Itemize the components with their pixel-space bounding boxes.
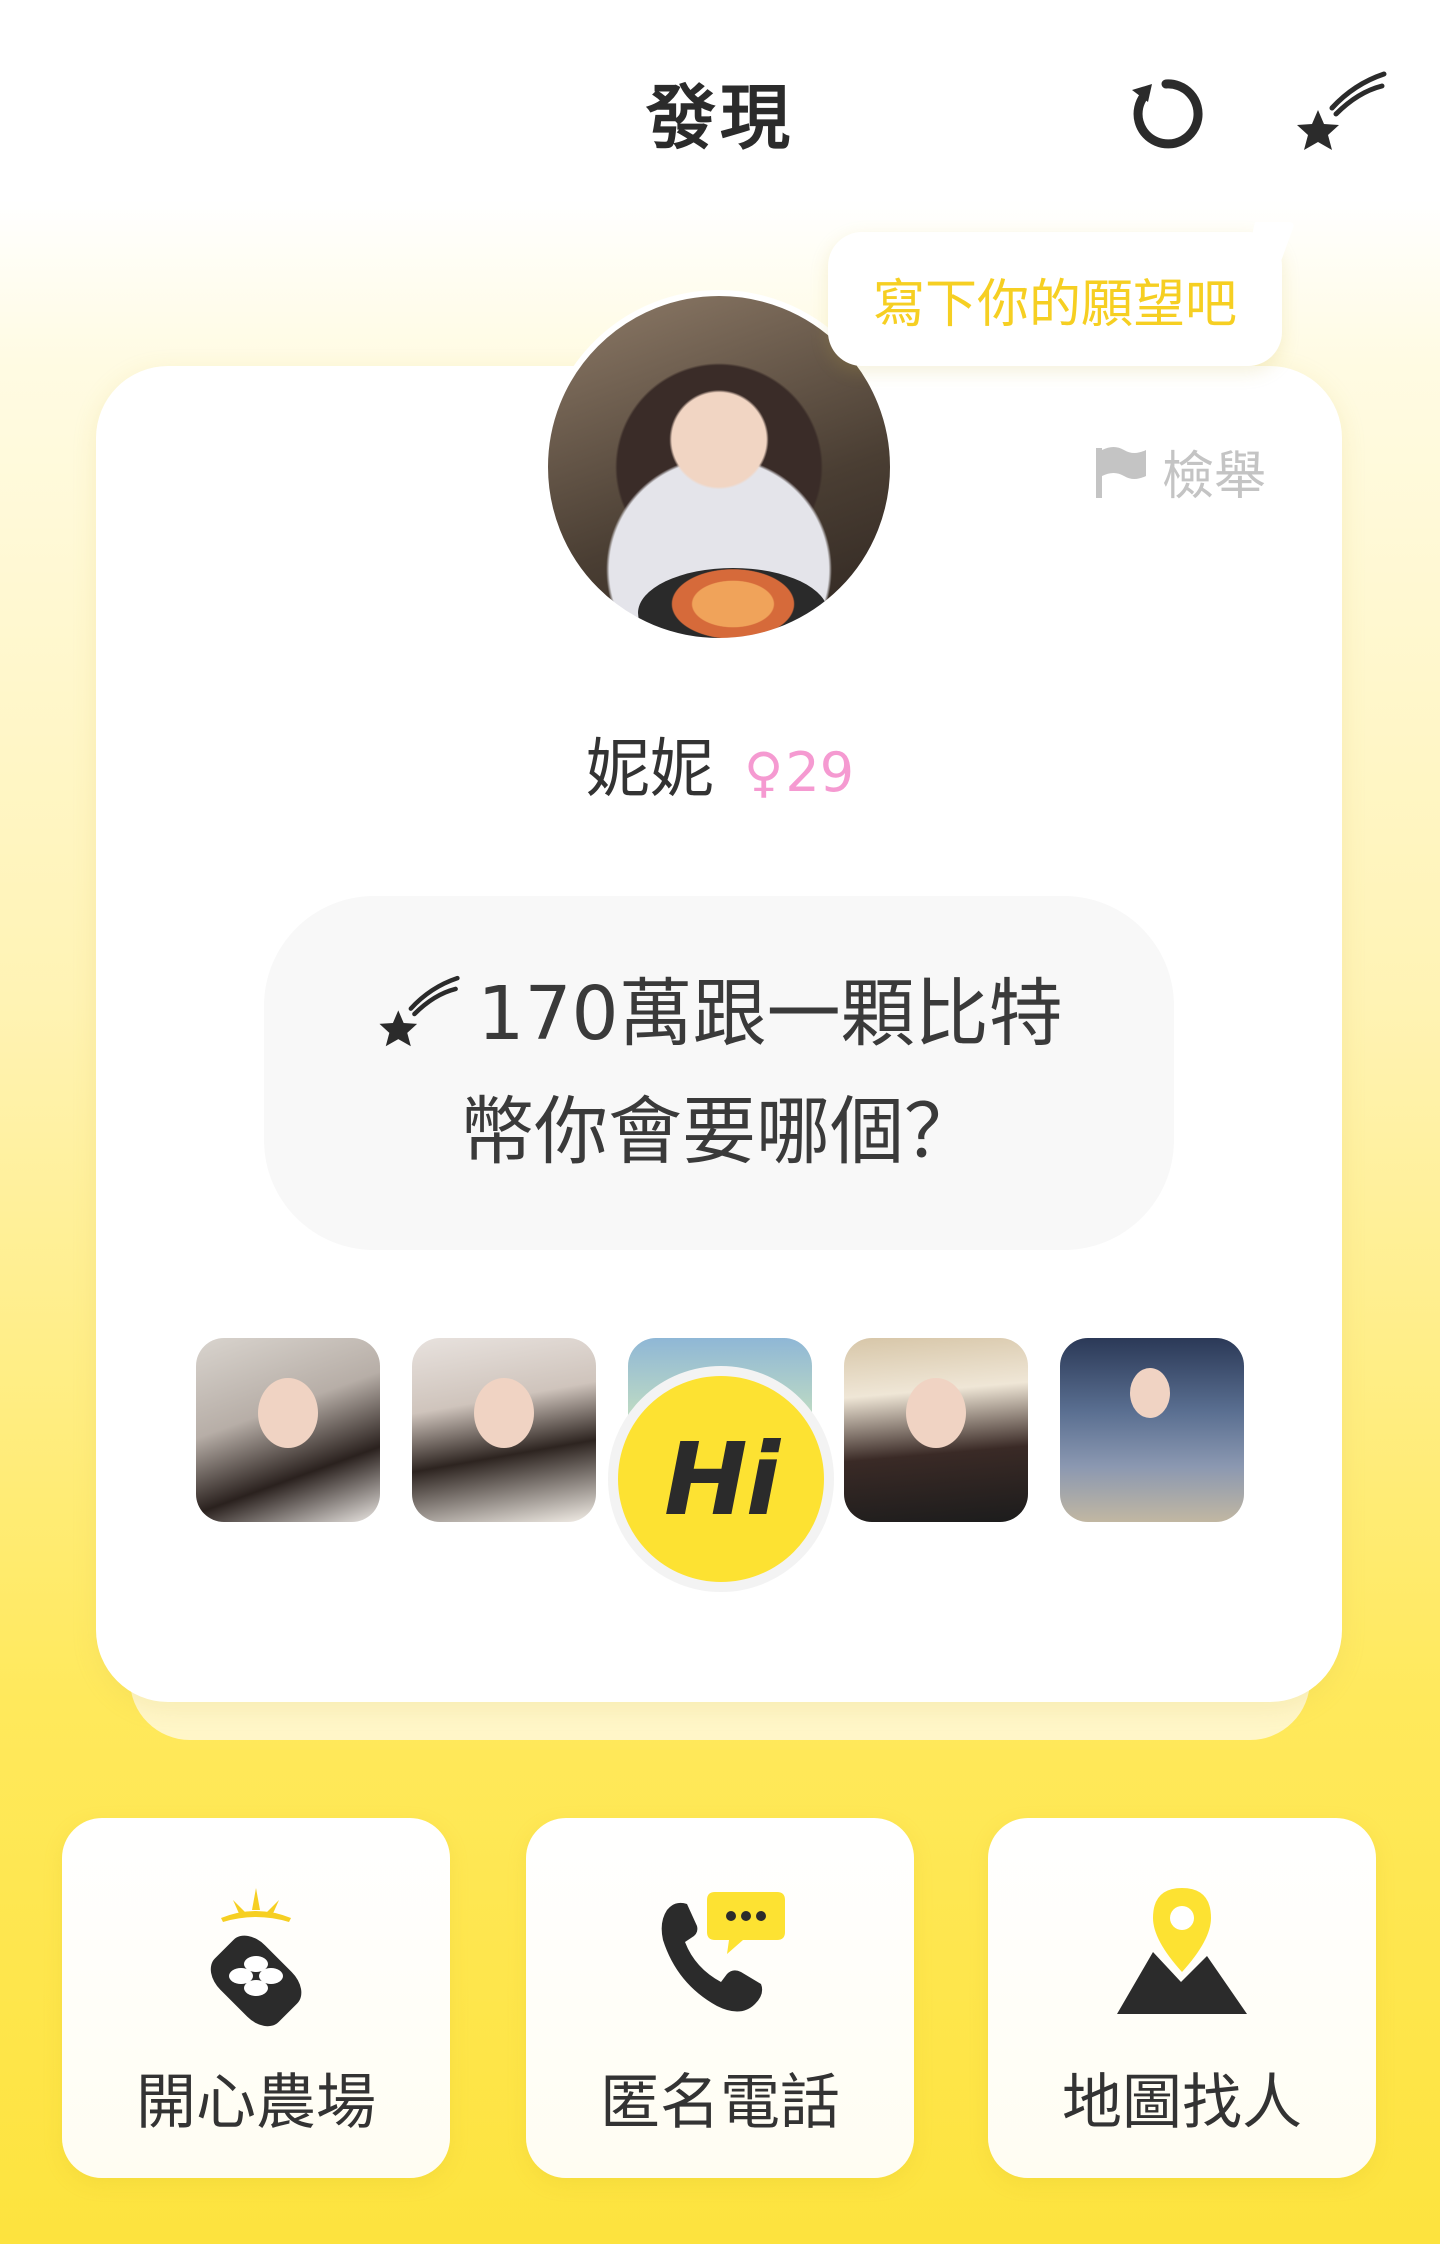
- flag-icon: [1096, 446, 1146, 498]
- write-wish-tooltip[interactable]: 寫下你的願望吧: [828, 232, 1282, 366]
- wish-text-line1: 170萬跟一顆比特: [477, 971, 1063, 1057]
- wish-bubble: 170萬跟一顆比特 幣你會要哪個？: [264, 896, 1174, 1250]
- age-value: 29: [785, 741, 855, 804]
- report-label: 檢舉: [1162, 447, 1267, 507]
- feature-label: 開心農場: [136, 2068, 376, 2138]
- page-title: 發現: [646, 77, 794, 159]
- write-wish-button[interactable]: [1290, 64, 1390, 164]
- map-pin-icon: [1117, 1888, 1247, 2014]
- photo-thumbnail[interactable]: [196, 1338, 380, 1522]
- name-row: 妮妮 ♀ 29: [0, 718, 1440, 810]
- report-button[interactable]: 檢舉: [1090, 434, 1266, 509]
- say-hi-button[interactable]: Hi: [608, 1366, 834, 1592]
- anonymous-call-icon: [661, 1892, 785, 2012]
- wish-text-line2: 幣你會要哪個？: [460, 1089, 978, 1175]
- photo-thumbnail[interactable]: [844, 1338, 1028, 1522]
- feature-label: 地圖找人: [1062, 2068, 1302, 2138]
- feature-map-search[interactable]: 地圖找人: [988, 1818, 1376, 2178]
- shooting-star-icon: [379, 975, 461, 1047]
- avatar-photo-detail: [638, 568, 828, 638]
- female-icon: ♀: [743, 741, 784, 804]
- age-badge: ♀ 29: [744, 741, 854, 804]
- user-name: 妮妮: [585, 733, 714, 807]
- feature-happy-farm[interactable]: 開心農場: [62, 1818, 450, 2178]
- feature-anonymous-call[interactable]: 匿名電話: [526, 1818, 914, 2178]
- photo-thumbnail[interactable]: [412, 1338, 596, 1522]
- refresh-icon: [1132, 79, 1203, 149]
- farm-icon: [210, 1888, 302, 2027]
- top-bar: 發現: [0, 0, 1440, 220]
- refresh-button[interactable]: [1116, 64, 1216, 164]
- tooltip-text: 寫下你的願望吧: [872, 274, 1237, 335]
- photo-thumbnail[interactable]: [1060, 1338, 1244, 1522]
- hi-label: Hi: [664, 1420, 780, 1538]
- feature-label: 匿名電話: [600, 2068, 840, 2138]
- shooting-star-icon: [1297, 71, 1387, 150]
